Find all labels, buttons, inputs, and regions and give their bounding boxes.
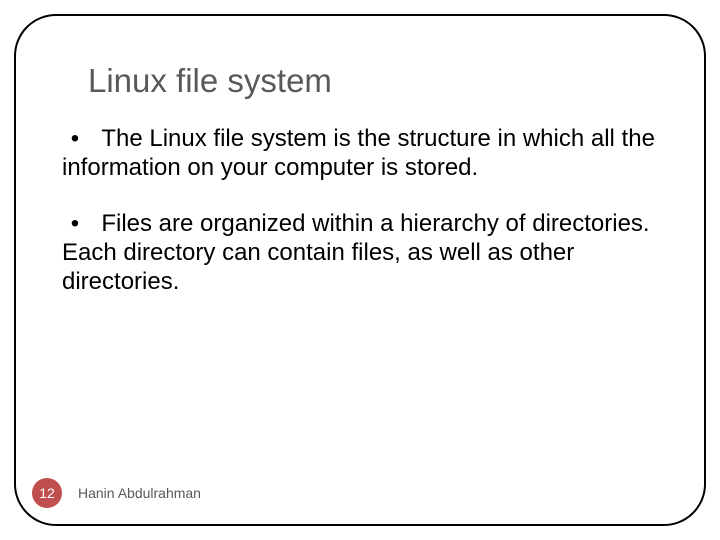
bullet-text: The Linux file system is the structure i… <box>62 125 655 181</box>
bullet-list: • The Linux file system is the structure… <box>60 124 660 296</box>
slide-footer: 12 Hanin Abdulrahman <box>32 478 201 508</box>
slide-title: Linux file system <box>88 62 660 100</box>
list-item: • The Linux file system is the structure… <box>60 124 660 183</box>
bullet-icon: • <box>62 124 88 153</box>
author-name: Hanin Abdulrahman <box>78 485 201 501</box>
bullet-icon: • <box>62 209 88 238</box>
page-number-badge: 12 <box>32 478 62 508</box>
list-item: • Files are organized within a hierarchy… <box>60 209 660 297</box>
page-number: 12 <box>39 485 55 501</box>
bullet-text: Files are organized within a hierarchy o… <box>62 210 650 296</box>
slide-frame: Linux file system • The Linux file syste… <box>14 14 706 526</box>
